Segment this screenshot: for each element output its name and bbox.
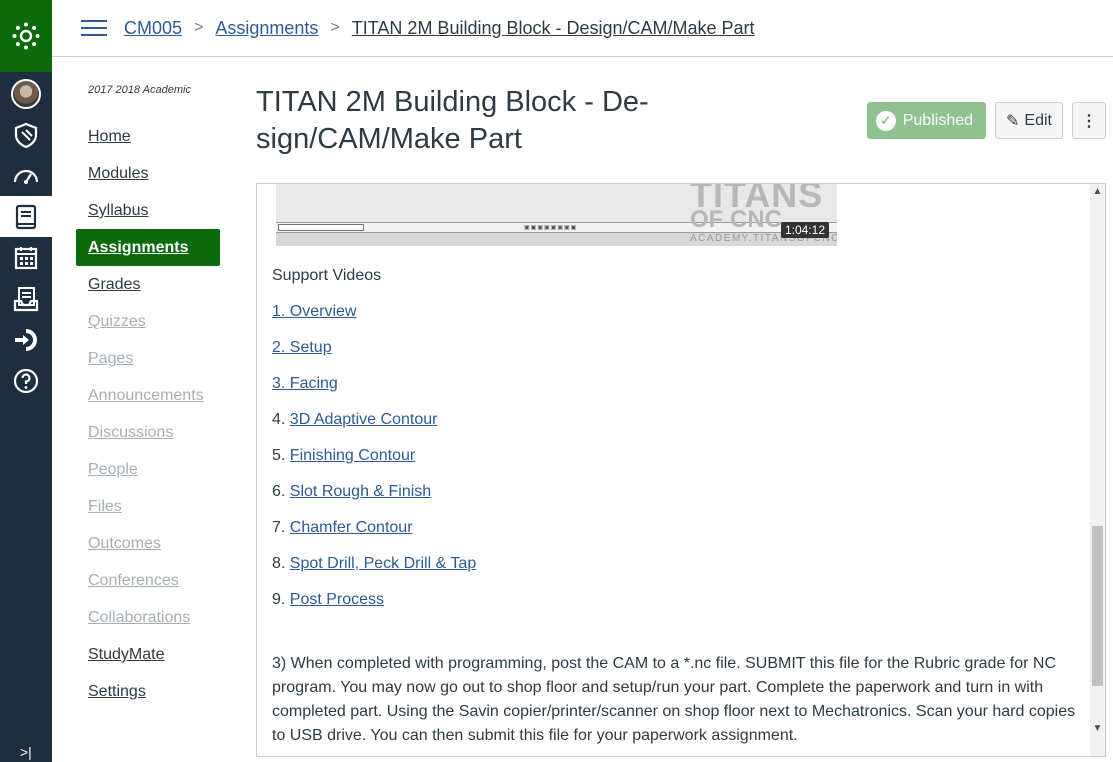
assignment-actions: ✓ Published ✎ Edit ⋮	[866, 102, 1106, 139]
global-nav: >|	[0, 0, 52, 762]
scrollbar-thumb[interactable]	[1092, 526, 1103, 686]
list-item: 1. Overview	[272, 298, 1082, 334]
description-body: Support Videos 1. Overview 2. Setup 3. F…	[272, 262, 1082, 748]
calendar-icon	[14, 246, 38, 269]
help-nav-item[interactable]	[0, 360, 52, 401]
scroll-up-icon[interactable]: ▲	[1090, 184, 1105, 199]
help-icon	[13, 368, 39, 393]
check-icon: ✓	[875, 110, 896, 131]
video-link-spot-drill-peck-drill-tap[interactable]: Spot Drill, Peck Drill & Tap	[290, 555, 476, 572]
course-nav-quizzes[interactable]: Quizzes	[76, 303, 226, 340]
course-nav-announcements[interactable]: Announcements	[76, 377, 226, 414]
dashboard-nav-item[interactable]	[0, 155, 52, 196]
course-nav: 2017 2018 Academic Home Modules Syllabus…	[76, 84, 226, 710]
breadcrumb: CM005 > Assignments > TITAN 2M Building …	[124, 18, 755, 39]
avatar	[11, 78, 41, 109]
commons-icon	[15, 328, 37, 351]
assignment-description[interactable]: ▣▣▣▣▣▣▣▣ TITANS OF CNC ACADEMY.TITANSOFC…	[256, 183, 1106, 757]
support-videos-heading: Support Videos	[272, 267, 382, 284]
kebab-menu-icon: ⋮	[1081, 112, 1097, 130]
assignment-header: TITAN 2M Building Block - De-sign/CAM/Ma…	[256, 84, 1106, 158]
course-nav-home[interactable]: Home	[76, 118, 226, 155]
list-item: 6. Slot Rough & Finish	[272, 483, 432, 500]
inbox-icon	[13, 286, 39, 311]
breadcrumb-course[interactable]: CM005	[124, 18, 182, 39]
list-item: 5. Finishing Contour	[272, 447, 416, 464]
breadcrumb-assignments[interactable]: Assignments	[215, 18, 318, 39]
video-link-facing[interactable]: 3. Facing	[272, 375, 338, 392]
video-link-3d-adaptive-contour[interactable]: 3D Adaptive Contour	[290, 411, 438, 428]
video-toolbar-icons: ▣▣▣▣▣▣▣▣	[524, 225, 578, 231]
course-menu-toggle-icon[interactable]	[81, 18, 107, 38]
edit-label: Edit	[1024, 111, 1052, 129]
page-title: TITAN 2M Building Block - De-sign/CAM/Ma…	[256, 86, 649, 155]
calendar-nav-item[interactable]	[0, 237, 52, 278]
course-nav-files[interactable]: Files	[76, 488, 226, 525]
course-nav-outcomes[interactable]: Outcomes	[76, 525, 226, 562]
list-item: 2. Setup	[272, 334, 1082, 370]
list-item: 8. Spot Drill, Peck Drill & Tap	[272, 555, 477, 572]
list-item: 7. Chamfer Contour	[272, 519, 413, 536]
term-label: 2017 2018 Academic	[88, 84, 191, 96]
courses-nav-item[interactable]	[0, 196, 52, 237]
video-link-setup[interactable]: 2. Setup	[272, 339, 332, 356]
video-thumbnail[interactable]: ▣▣▣▣▣▣▣▣ TITANS OF CNC ACADEMY.TITANSOFC…	[276, 184, 837, 246]
list-item: 4. 3D Adaptive Contour	[272, 411, 438, 428]
video-duration-badge: 1:04:12	[780, 222, 829, 238]
course-nav-modules[interactable]: Modules	[76, 155, 226, 192]
account-nav-item[interactable]	[0, 73, 52, 114]
course-nav-people[interactable]: People	[76, 451, 226, 488]
top-header: CM005 > Assignments > TITAN 2M Building …	[52, 0, 1113, 57]
content-scrollbar[interactable]: ▲ ▼	[1090, 184, 1105, 756]
breadcrumb-current[interactable]: TITAN 2M Building Block - Design/CAM/Mak…	[352, 18, 755, 39]
list-item: 3. Facing	[272, 370, 1082, 406]
video-toolbar-select	[278, 224, 364, 231]
inbox-nav-item[interactable]	[0, 278, 52, 319]
course-nav-assignments[interactable]: Assignments	[76, 229, 220, 266]
admin-nav-item[interactable]	[0, 114, 52, 155]
commons-nav-item[interactable]	[0, 319, 52, 360]
pencil-icon: ✎	[1006, 112, 1020, 130]
courses-icon	[15, 204, 37, 229]
course-nav-pages[interactable]: Pages	[76, 340, 226, 377]
course-nav-settings[interactable]: Settings	[76, 673, 226, 710]
course-nav-discussions[interactable]: Discussions	[76, 414, 226, 451]
published-label: Published	[902, 111, 974, 129]
collapse-nav-icon[interactable]: >|	[20, 744, 32, 760]
scroll-down-icon[interactable]: ▼	[1090, 721, 1105, 736]
edit-button[interactable]: ✎ Edit	[995, 102, 1063, 139]
list-item: 9. Post Process	[272, 591, 385, 608]
video-link-chamfer-contour[interactable]: Chamfer Contour	[290, 519, 413, 536]
dashboard-icon	[13, 169, 39, 184]
more-options-button[interactable]: ⋮	[1072, 102, 1106, 139]
course-nav-grades[interactable]: Grades	[76, 266, 226, 303]
video-link-overview[interactable]: 1. Overview	[272, 303, 356, 320]
admin-shield-icon	[14, 122, 38, 148]
chevron-right-icon: >	[330, 19, 340, 36]
course-nav-syllabus[interactable]: Syllabus	[76, 192, 226, 229]
video-link-finishing-contour[interactable]: Finishing Contour	[290, 447, 415, 464]
course-nav-collaborations[interactable]: Collaborations	[76, 599, 226, 636]
published-button[interactable]: ✓ Published	[866, 102, 987, 139]
course-nav-conferences[interactable]: Conferences	[76, 562, 226, 599]
chevron-right-icon: >	[194, 19, 204, 36]
video-link-slot-rough-finish[interactable]: Slot Rough & Finish	[290, 483, 431, 500]
video-link-post-process[interactable]: Post Process	[290, 591, 384, 608]
course-nav-studymate[interactable]: StudyMate	[76, 636, 226, 673]
canvas-logo-icon[interactable]	[0, 0, 52, 72]
instructions-paragraph: 3) When completed with programming, post…	[272, 655, 1076, 744]
